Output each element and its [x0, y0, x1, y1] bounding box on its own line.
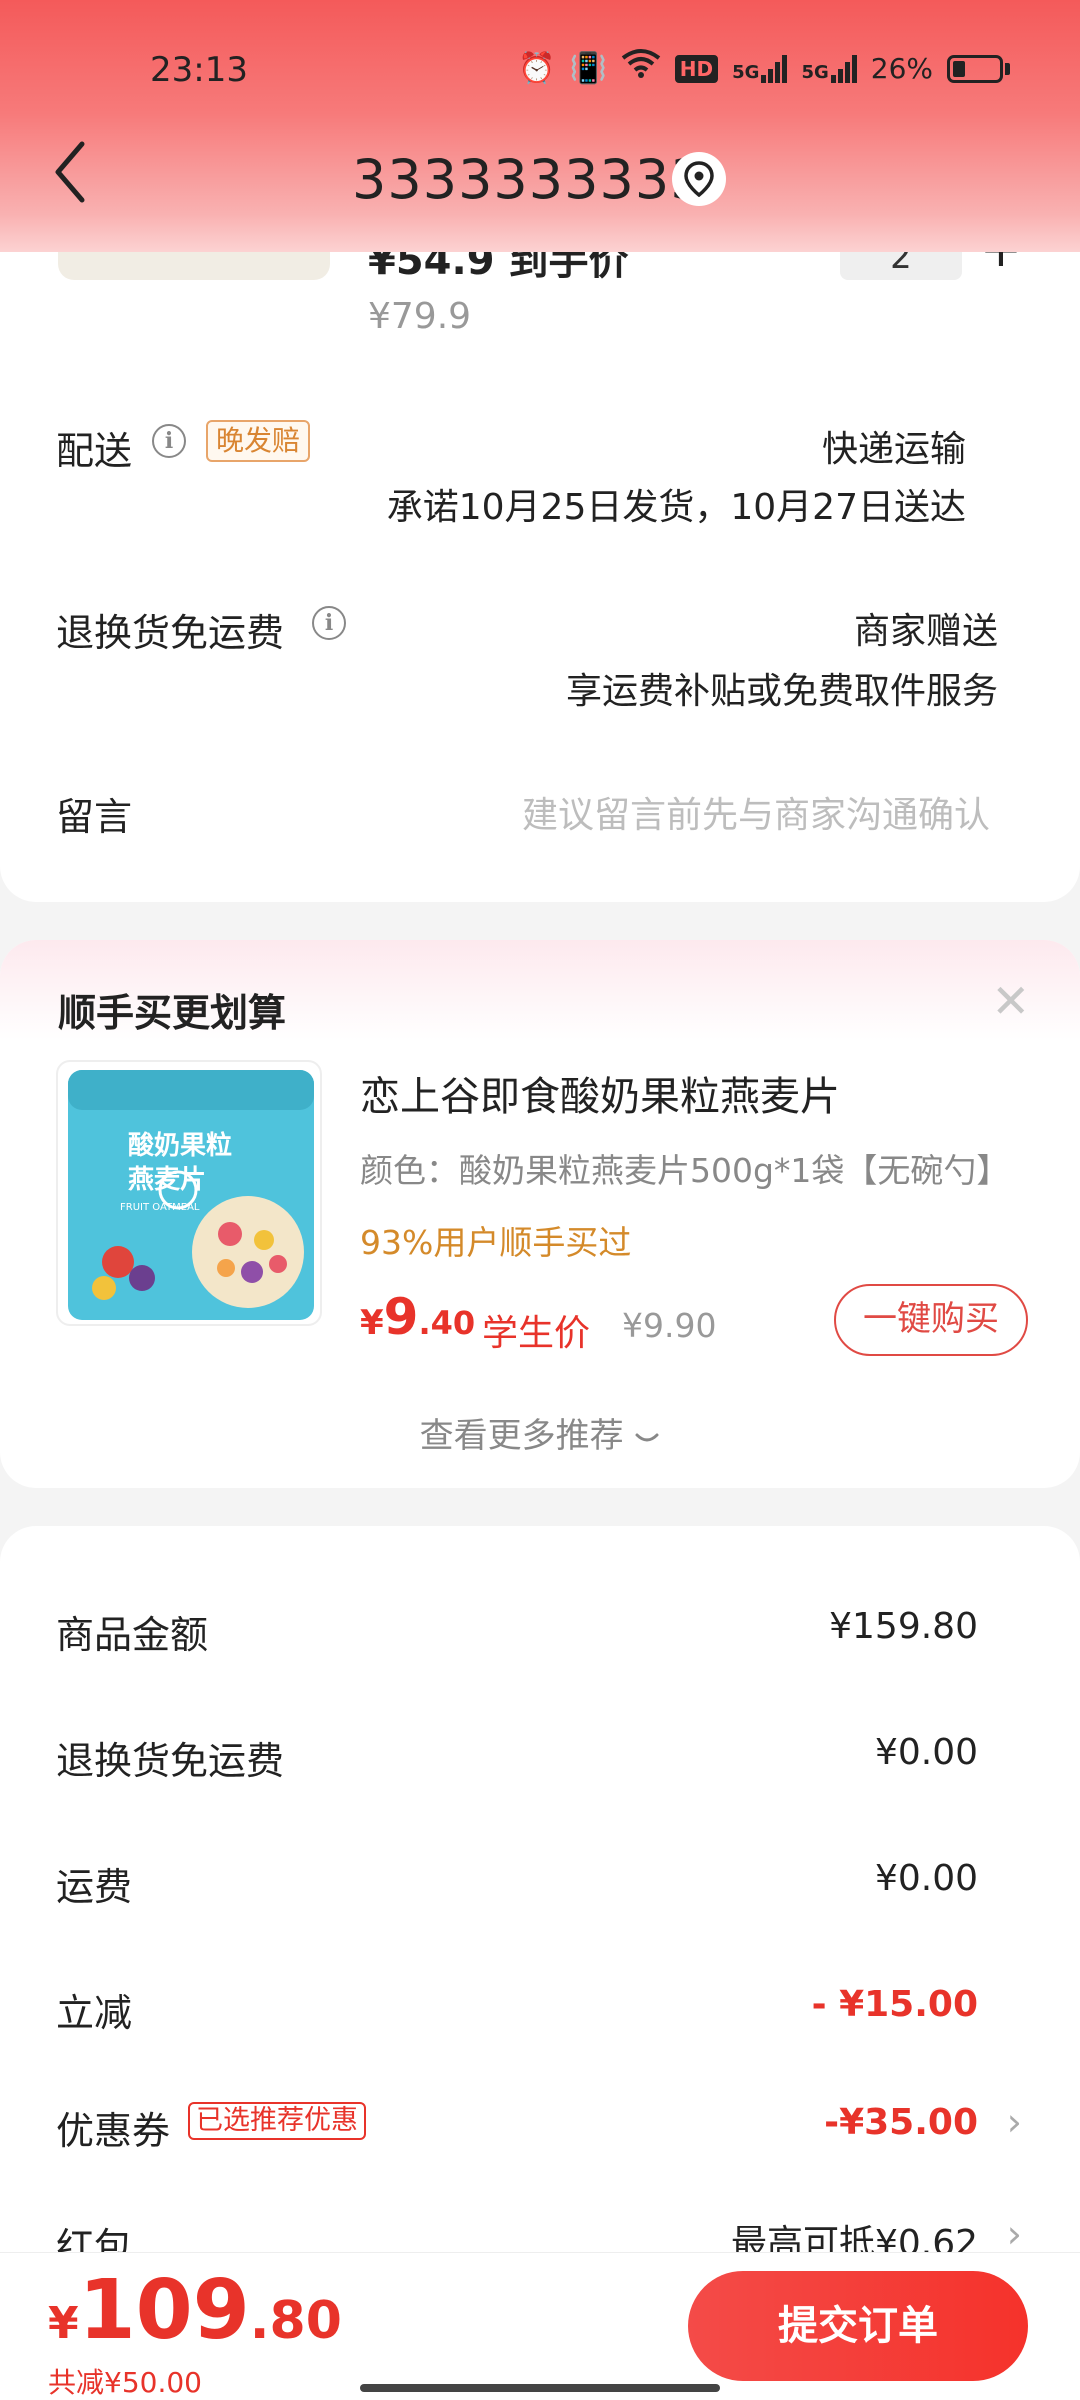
alarm-icon: ⏰ — [518, 50, 556, 86]
status-bar: 23:13 ⏰ 📳 HD 5G 5G 26% — [0, 40, 1080, 100]
coupon-label: 优惠券 — [56, 2109, 171, 2153]
signal-icon: 5G — [801, 54, 857, 83]
instant-discount-label: 立减 — [56, 1991, 133, 2035]
recommended-product-spec: 颜色：酸奶果粒燕麦片500g*1袋【无碗勺】 — [360, 1151, 1010, 1190]
hd-icon: HD — [674, 54, 719, 83]
wifi-icon — [621, 48, 661, 89]
goods-amount-value: ¥159.80 — [829, 1606, 978, 1647]
order-confirm-page: ¥54.9 到手价 − 2 + ¥79.9 配送 i 晚发赔 快递运输 承诺10… — [0, 0, 1080, 2400]
info-icon[interactable]: i — [152, 424, 186, 458]
student-price-label: 学生价 — [482, 1313, 591, 1354]
coupon-recommended-tag: 已选推荐优惠 — [188, 2102, 366, 2140]
message-label: 留言 — [56, 795, 133, 839]
location-button[interactable] — [672, 152, 726, 206]
return-shipping-value: 商家赠送 — [853, 611, 998, 652]
status-time: 23:13 — [150, 50, 248, 90]
vibrate-icon: 📳 — [569, 50, 607, 86]
instant-discount-value: - ¥15.00 — [811, 1984, 978, 2025]
svg-text:酸奶果粒: 酸奶果粒 — [128, 1130, 232, 1161]
status-icons: ⏰ 📳 HD 5G 5G 26% — [518, 48, 1010, 89]
more-recommendations-link[interactable]: 查看更多推荐 — [0, 1408, 1080, 1457]
return-shipping-label: 退换货免运费 — [56, 611, 285, 655]
shipping-fee-label: 运费 — [56, 1865, 133, 1909]
battery-icon — [947, 54, 1010, 83]
original-price: ¥79.9 — [368, 296, 472, 337]
return-shipping-detail: 享运费补贴或免费取件服务 — [565, 671, 998, 712]
signal-icon: 5G — [732, 54, 788, 83]
chevron-right-icon[interactable]: › — [1007, 2100, 1022, 2144]
one-click-buy-button[interactable]: 一键购买 — [834, 1284, 1028, 1356]
delivery-method: 快递运输 — [821, 429, 966, 470]
coupon-value[interactable]: -¥35.00 — [824, 2102, 978, 2143]
total-saved: 共减¥50.00 — [48, 2366, 202, 2399]
submit-order-button[interactable]: 提交订单 — [688, 2271, 1028, 2381]
back-button[interactable] — [52, 140, 102, 220]
page-title: 3333333333 — [352, 148, 706, 211]
home-indicator[interactable] — [360, 2384, 720, 2392]
buyers-note: 93%用户顺手买过 — [360, 1223, 632, 1262]
chevron-left-icon — [55, 141, 85, 203]
delivery-promise: 承诺10月25日发货，10月27日送达 — [386, 487, 966, 528]
return-free-shipping-label: 退换货免运费 — [56, 1739, 285, 1783]
close-icon[interactable]: ✕ — [991, 974, 1030, 1028]
recommended-product-name[interactable]: 恋上谷即食酸奶果粒燕麦片 — [360, 1064, 840, 1122]
recommended-price: ¥9.40 — [360, 1288, 476, 1346]
goods-amount-label: 商品金额 — [56, 1613, 209, 1657]
app-header: 23:13 ⏰ 📳 HD 5G 5G 26% 3333333333 — [0, 0, 1080, 252]
checkout-bar: ¥109.80 共减¥50.00 提交订单 — [0, 2252, 1080, 2400]
shipping-fee-value: ¥0.00 — [874, 1858, 978, 1899]
total-price: ¥109.80 — [48, 2263, 342, 2358]
recommendation-card: 顺手买更划算 ✕ 酸奶果粒 燕麦片 FRUIT OATMEAL 恋上谷即食酸奶果… — [0, 940, 1080, 1488]
info-icon[interactable]: i — [312, 606, 346, 640]
late-compensation-tag: 晚发赔 — [206, 420, 311, 462]
oatmeal-package-image: 酸奶果粒 燕麦片 FRUIT OATMEAL — [68, 1070, 314, 1320]
return-free-shipping-value: ¥0.00 — [874, 1732, 978, 1773]
location-pin-icon — [684, 161, 714, 197]
recommended-product-image[interactable]: 酸奶果粒 燕麦片 FRUIT OATMEAL — [56, 1060, 322, 1326]
chevron-down-icon — [635, 1433, 659, 1442]
delivery-label: 配送 — [56, 429, 133, 473]
battery-percent: 26% — [870, 52, 933, 85]
recommendation-title: 顺手买更划算 — [58, 991, 287, 1035]
message-input[interactable]: 建议留言前先与商家沟通确认 — [522, 786, 990, 838]
chevron-right-icon[interactable]: › — [1007, 2212, 1022, 2256]
recommended-old-price: ¥9.90 — [622, 1306, 717, 1345]
